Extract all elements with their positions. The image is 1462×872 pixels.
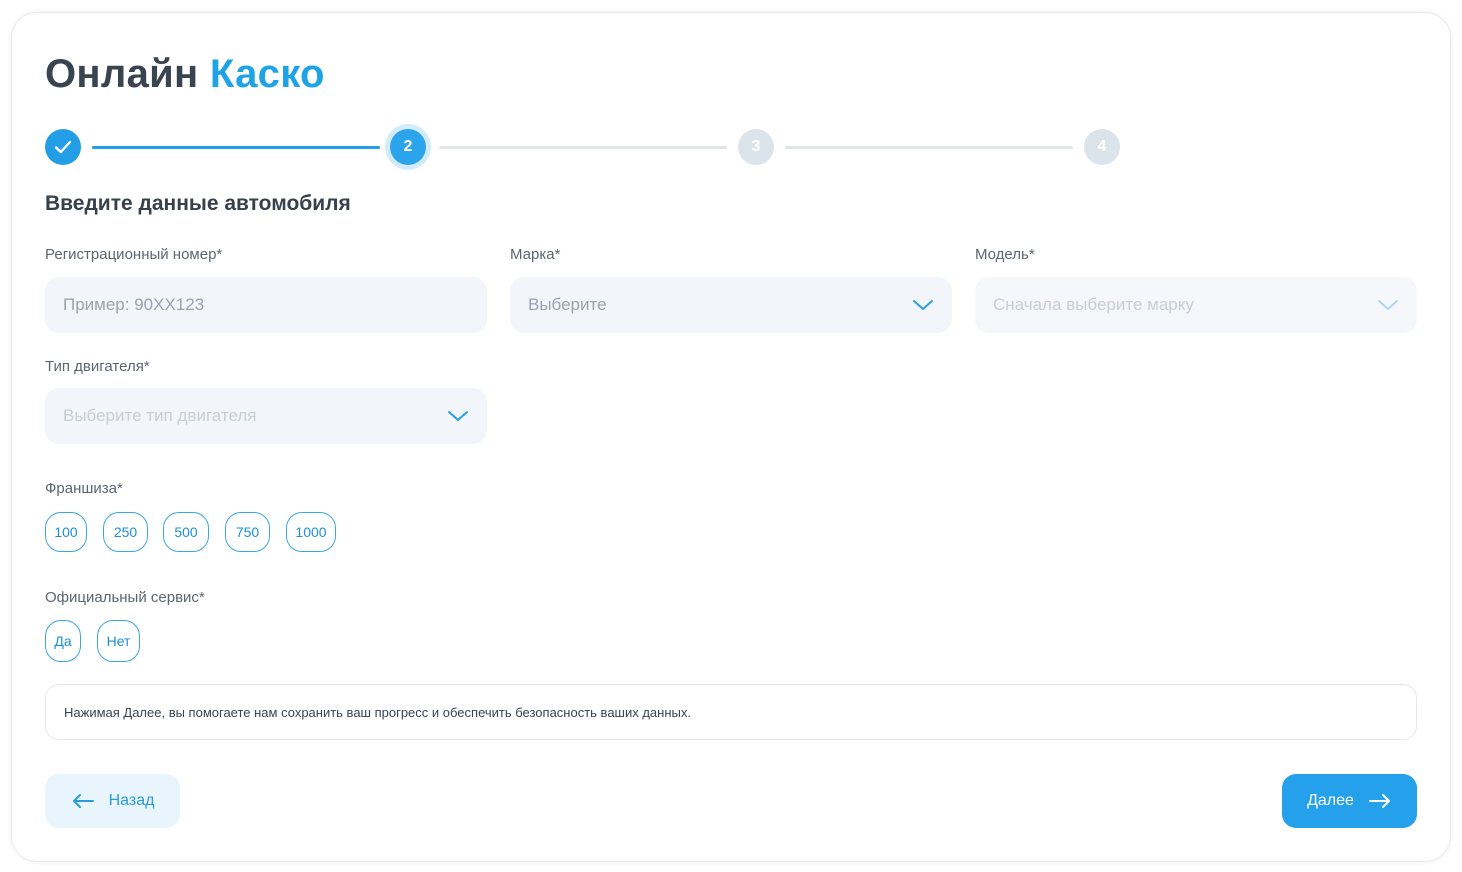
step-1 — [45, 129, 81, 165]
engine-select[interactable]: Выберите тип двигателя — [45, 388, 487, 444]
check-icon — [54, 140, 72, 154]
brand-label: Марка* — [510, 246, 561, 263]
brand-placeholder: Выберите — [528, 295, 607, 314]
step-connector-2 — [439, 146, 727, 149]
next-button[interactable]: Далее — [1282, 774, 1417, 828]
back-button[interactable]: Назад — [45, 774, 180, 828]
page-title-part2: Каско — [209, 52, 325, 96]
section-title: Введите данные автомобиля — [45, 192, 351, 215]
model-placeholder: Сначала выберите марку — [993, 295, 1194, 314]
franchise-option-500[interactable]: 500 — [163, 512, 209, 552]
chevron-down-icon — [1378, 300, 1398, 310]
engine-label: Тип двигателя* — [45, 358, 150, 375]
step-2: 2 — [390, 129, 426, 165]
page-title: Онлайн Каско — [45, 52, 325, 97]
official-service-no[interactable]: Нет — [97, 620, 140, 662]
model-label: Модель* — [975, 246, 1035, 263]
model-select[interactable]: Сначала выберите марку — [975, 277, 1417, 333]
franchise-option-250[interactable]: 250 — [103, 512, 148, 552]
arrow-left-icon — [72, 794, 94, 808]
franchise-label: Франшиза* — [45, 480, 123, 497]
step-connector-1 — [92, 146, 380, 149]
engine-placeholder: Выберите тип двигателя — [63, 406, 257, 425]
step-4: 4 — [1084, 129, 1120, 165]
step-connector-3 — [785, 146, 1073, 149]
page-title-part1: Онлайн — [45, 52, 199, 96]
franchise-option-750[interactable]: 750 — [225, 512, 270, 552]
progress-notice: Нажимая Далее, вы помогаете нам сохранит… — [45, 684, 1417, 740]
back-button-label: Назад — [108, 792, 155, 809]
arrow-right-icon — [1368, 794, 1390, 808]
franchise-option-100[interactable]: 100 — [45, 512, 87, 552]
official-service-label: Официальный сервис* — [45, 589, 205, 606]
official-service-yes[interactable]: Да — [45, 620, 81, 662]
reg-number-label: Регистрационный номер* — [45, 246, 223, 263]
chevron-down-icon — [448, 411, 468, 421]
reg-number-placeholder: Пример: 90XX123 — [63, 295, 205, 314]
next-button-label: Далее — [1307, 792, 1354, 809]
chevron-down-icon — [913, 300, 933, 310]
reg-number-input[interactable]: Пример: 90XX123 — [45, 277, 487, 333]
brand-select[interactable]: Выберите — [510, 277, 952, 333]
step-3: 3 — [738, 129, 774, 165]
progress-notice-text: Нажимая Далее, вы помогаете нам сохранит… — [64, 704, 691, 720]
franchise-option-1000[interactable]: 1000 — [286, 512, 336, 552]
